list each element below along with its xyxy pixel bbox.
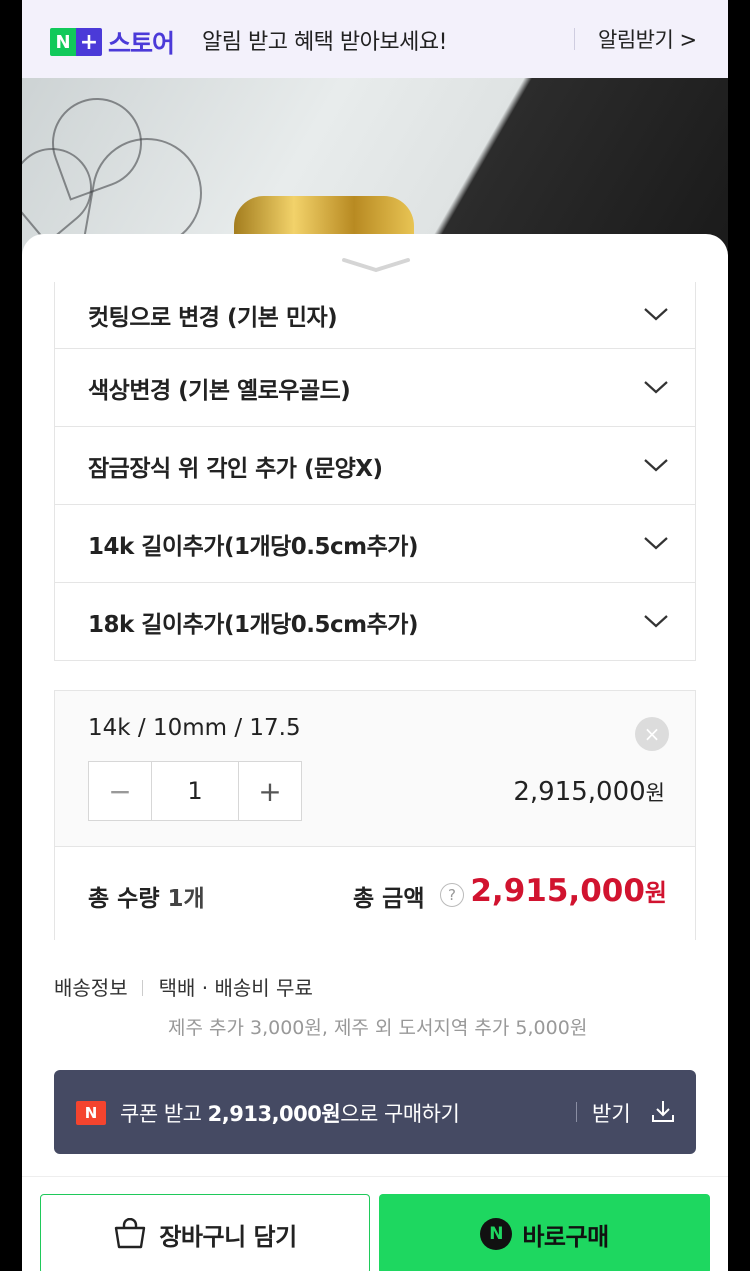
logo-store-text: 스토어 <box>108 29 175 58</box>
total-quantity-value: 1개 <box>167 886 205 912</box>
quantity-input[interactable]: 1 <box>151 762 239 820</box>
option-select-18k-length[interactable]: 18k 길이추가(1개당0.5cm추가) <box>55 582 695 660</box>
total-quantity: 총 수량 1개 <box>88 879 205 913</box>
total-amount-value: 2,915,000 <box>470 873 645 909</box>
naver-n-icon: N <box>480 1218 513 1250</box>
sheet-collapse-handle-icon[interactable] <box>340 254 412 274</box>
shipping-method: 택배 · 배송비 무료 <box>158 976 313 1000</box>
total-amount-label: 총 금액 <box>353 886 425 912</box>
help-icon[interactable]: ? <box>440 883 464 907</box>
option-label: 색상변경 (기본 옐로우골드) <box>88 377 351 404</box>
total-quantity-label: 총 수량 <box>88 886 168 912</box>
notification-banner: N + 스토어 알림 받고 혜택 받아보세요! 알림받기 > <box>22 0 728 78</box>
coupon-banner[interactable]: N 쿠폰 받고 2,913,000원으로 구매하기 받기 <box>54 1070 696 1154</box>
option-price: 2,915,000원 <box>513 777 665 807</box>
option-label: 컷팅으로 변경 (기본 민자) <box>88 305 338 331</box>
coupon-discounted-price: 2,913,000원 <box>207 1102 341 1126</box>
chevron-down-icon <box>644 308 668 321</box>
shipping-divider <box>141 980 143 996</box>
total-amount-unit: 원 <box>644 879 667 907</box>
subscribe-alerts-link[interactable]: 알림받기 > <box>598 24 697 54</box>
buy-now-button[interactable]: N 바로구매 <box>379 1194 710 1271</box>
shipping-info: 배송정보 택배 · 배송비 무료 제주 추가 3,000원, 제주 외 도서지역 … <box>54 972 696 1040</box>
shipping-extra-fee: 제주 추가 3,000원, 제주 외 도서지역 추가 5,000원 <box>168 1017 588 1039</box>
add-to-cart-button[interactable]: 장바구니 담기 <box>40 1194 370 1271</box>
option-select-color[interactable]: 색상변경 (기본 옐로우골드) <box>55 348 695 426</box>
logo-n-mark: N <box>50 28 76 56</box>
product-photo <box>22 78 728 258</box>
option-price-value: 2,915,000 <box>513 777 646 807</box>
total-summary: 총 수량 1개 총 금액 ? 2,915,000원 <box>55 846 695 940</box>
increase-quantity-button[interactable]: + <box>239 762 301 820</box>
option-label: 14k 길이추가(1개당0.5cm추가) <box>88 533 418 560</box>
option-select-cutting[interactable]: 컷팅으로 변경 (기본 민자) <box>55 282 695 348</box>
section-divider <box>22 1176 728 1177</box>
coupon-divider <box>576 1102 577 1122</box>
option-label: 잠금장식 위 각인 추가 (문양X) <box>88 455 383 482</box>
option-price-unit: 원 <box>645 781 665 805</box>
download-icon[interactable] <box>650 1098 676 1124</box>
app-frame: N + 스토어 알림 받고 혜택 받아보세요! 알림받기 > 컷팅으로 변경 (… <box>22 0 728 1271</box>
coupon-receive-label[interactable]: 받기 <box>592 1098 631 1128</box>
buy-now-label: 바로구매 <box>522 1222 609 1251</box>
option-sheet: 컷팅으로 변경 (기본 민자) 색상변경 (기본 옐로우골드) 잠금장식 위 각… <box>22 234 728 1271</box>
option-select-14k-length[interactable]: 14k 길이추가(1개당0.5cm추가) <box>55 504 695 582</box>
chevron-down-icon <box>644 380 668 393</box>
remove-option-icon[interactable]: × <box>635 717 669 751</box>
banner-divider <box>574 28 575 50</box>
chevron-down-icon <box>644 536 668 549</box>
option-select-engraving[interactable]: 잠금장식 위 각인 추가 (문양X) <box>55 426 695 504</box>
shipping-label: 배송정보 <box>54 976 128 1000</box>
selected-option-title: 14k / 10mm / 17.5 <box>88 715 301 741</box>
coupon-text-suffix: 으로 구매하기 <box>340 1102 460 1126</box>
shopping-bag-icon <box>115 1218 146 1249</box>
banner-message: 알림 받고 혜택 받아보세요! <box>202 30 447 55</box>
chevron-down-icon <box>644 614 668 627</box>
logo-plus-mark: + <box>76 28 102 56</box>
coupon-text: 쿠폰 받고 2,913,000원으로 구매하기 <box>120 1098 460 1128</box>
chevron-down-icon <box>644 458 668 471</box>
selected-option-box: 14k / 10mm / 17.5 × − 1 + 2,915,000원 총 수… <box>54 690 696 940</box>
option-label: 18k 길이추가(1개당0.5cm추가) <box>88 611 418 638</box>
decrease-quantity-button[interactable]: − <box>89 762 151 820</box>
naver-plus-store-logo: N + 스토어 <box>50 24 175 60</box>
add-to-cart-label: 장바구니 담기 <box>159 1222 297 1251</box>
total-amount: 2,915,000원 <box>470 873 667 909</box>
quantity-stepper: − 1 + <box>88 761 302 821</box>
coupon-text-prefix: 쿠폰 받고 <box>120 1102 208 1126</box>
option-list: 컷팅으로 변경 (기본 민자) 색상변경 (기본 옐로우골드) 잠금장식 위 각… <box>54 282 696 661</box>
naver-coupon-badge-icon: N <box>76 1101 106 1125</box>
